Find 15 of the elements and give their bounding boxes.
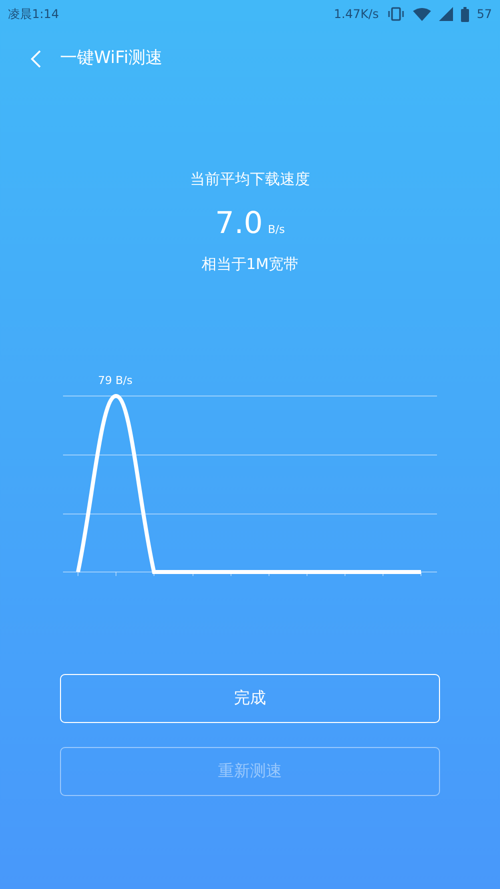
speed-unit: B/s	[268, 222, 285, 238]
bandwidth-equivalent: 相当于1M宽带	[201, 254, 299, 274]
battery-icon	[460, 6, 469, 22]
page-title: 一键WiFi测速	[60, 47, 162, 70]
network-speed: 1.47K/s	[334, 6, 379, 23]
done-button[interactable]: 完成	[60, 674, 440, 722]
vibrate-icon	[386, 7, 405, 21]
peak-label: 79 B/s	[98, 373, 134, 389]
back-icon[interactable]	[30, 49, 42, 69]
wifi-icon	[412, 8, 431, 20]
signal-icon	[438, 7, 453, 21]
status-time: 凌晨1:14	[8, 6, 59, 23]
speed-caption: 当前平均下载速度	[190, 169, 310, 190]
battery-level: 57	[476, 6, 492, 23]
speed-value: 7.0	[215, 208, 263, 238]
